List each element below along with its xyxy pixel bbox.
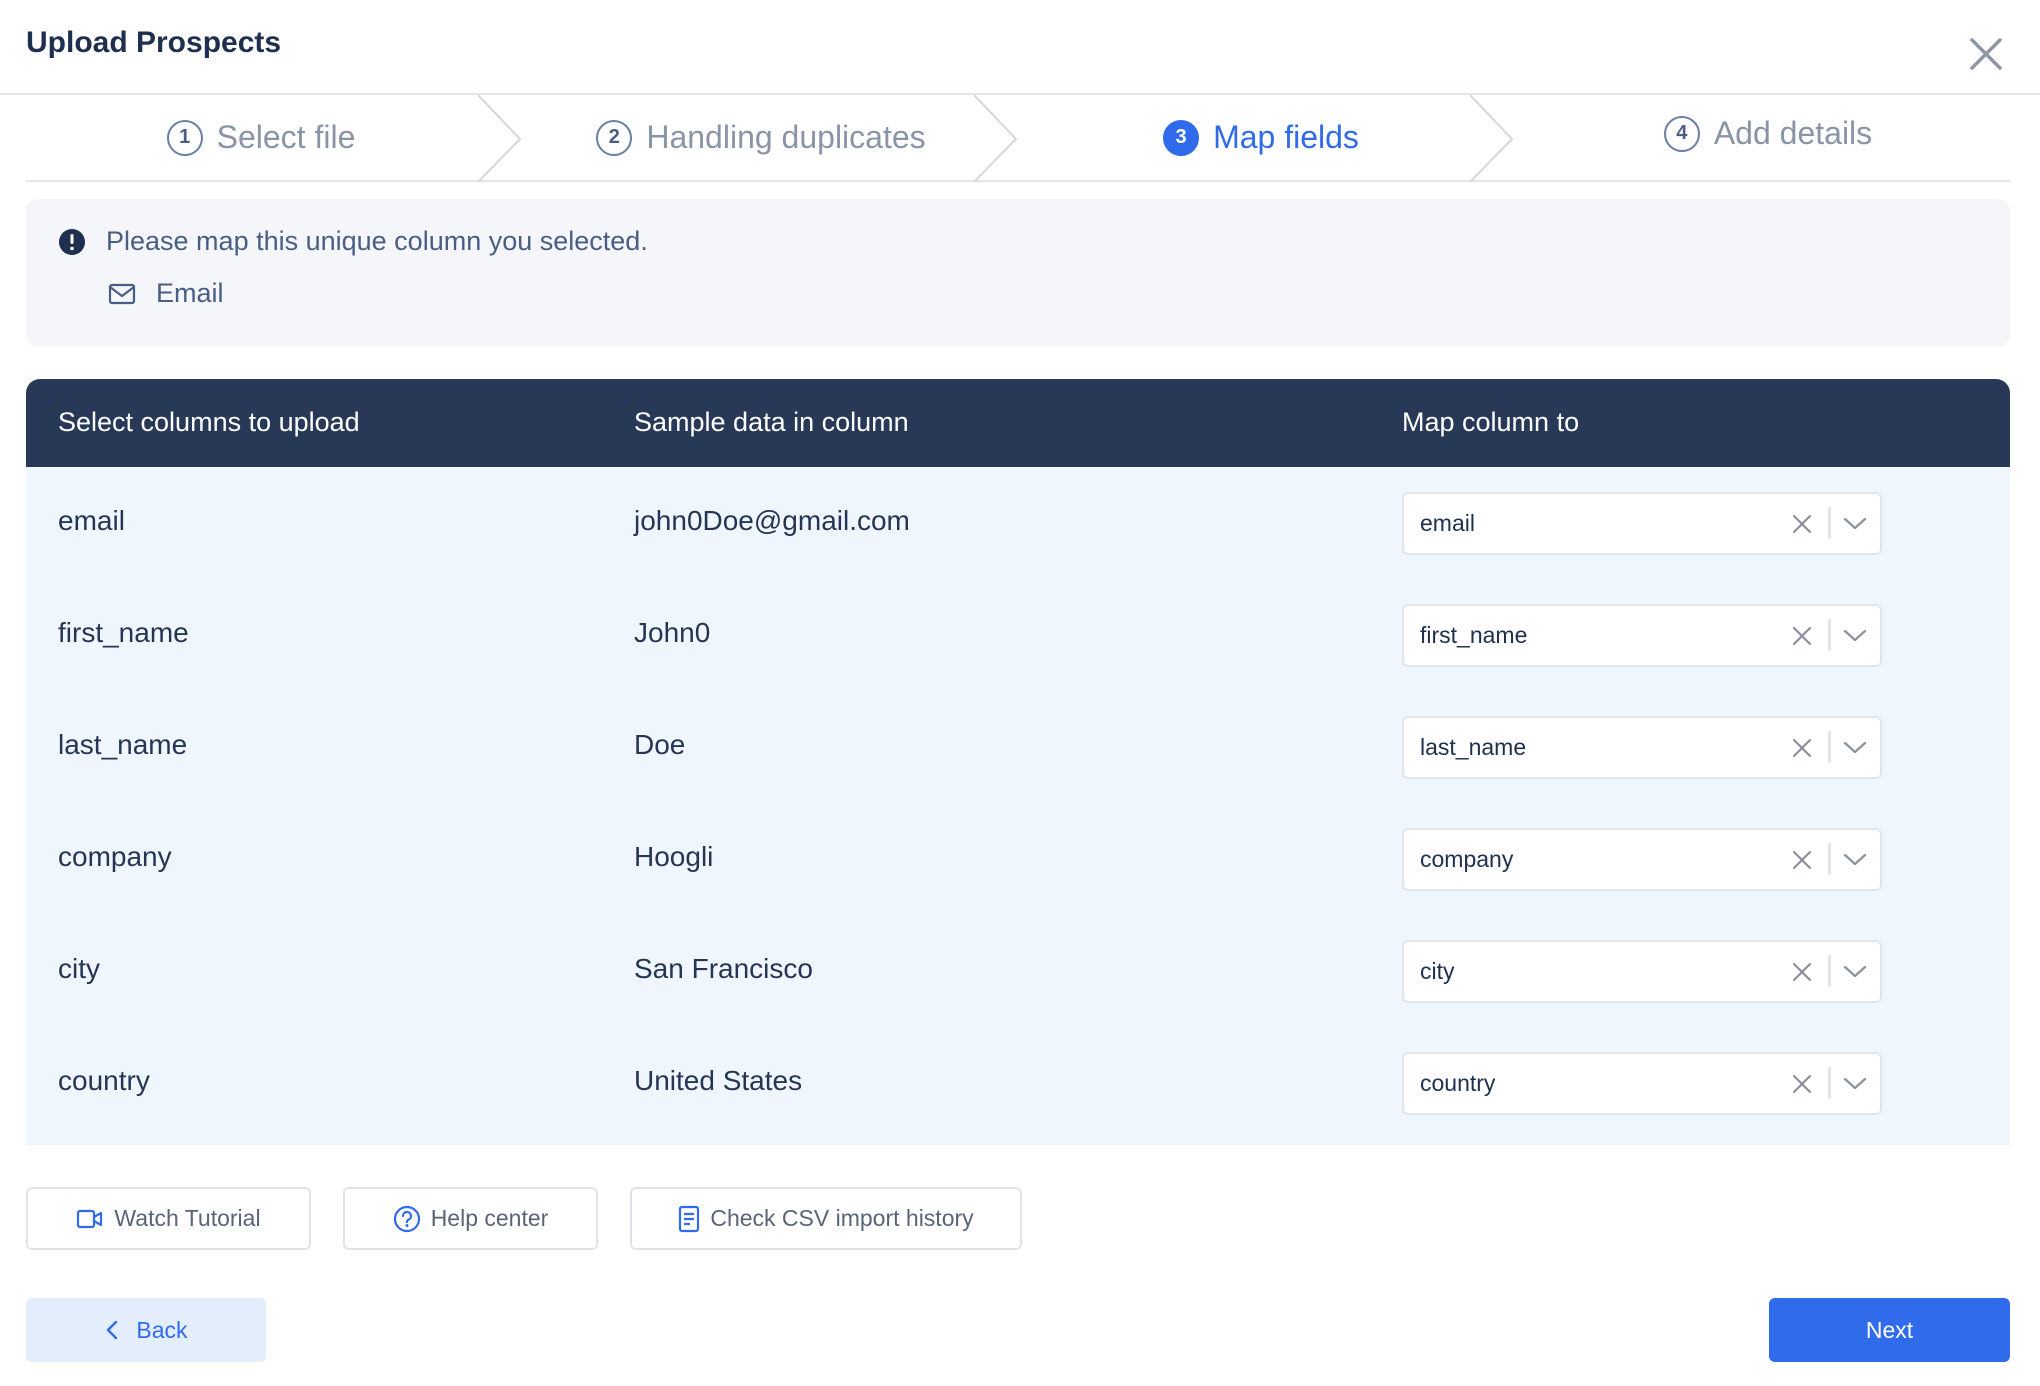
step-label: Handling duplicates (646, 119, 926, 155)
back-label: Back (136, 1316, 188, 1343)
unique-column-row: Email (108, 278, 224, 309)
stepper: 1 Select file 2 Handling duplicates 3 Ma… (26, 95, 2010, 182)
step-label: Map fields (1213, 119, 1359, 155)
step-label: Select file (216, 119, 356, 155)
step-chevron (973, 95, 1018, 182)
map-column-select[interactable]: last_name (1402, 716, 1882, 779)
chevron-down-icon[interactable] (1842, 1072, 1868, 1096)
table-row: last_name Doe last_name (26, 691, 2010, 803)
step-label: Add details (1713, 115, 1873, 151)
map-column-select[interactable]: company (1402, 828, 1882, 891)
header-select-columns: Select columns to upload (58, 407, 360, 437)
modal-title: Upload Prospects (26, 26, 282, 59)
table-body: email john0Doe@gmail.com email first_name Jo… (26, 467, 2010, 1145)
select-separator (1828, 619, 1831, 651)
step-number: 1 (166, 119, 203, 156)
clear-icon[interactable] (1790, 624, 1814, 648)
step-number: 3 (1163, 119, 1200, 156)
watch-tutorial-button[interactable]: Watch Tutorial (26, 1187, 311, 1250)
step-number: 4 (1663, 115, 1700, 152)
clear-icon[interactable] (1790, 960, 1814, 984)
notice-message: Please map this unique column you select… (106, 226, 648, 256)
chevron-down-icon[interactable] (1842, 960, 1868, 984)
step-handling-duplicates[interactable]: 2 Handling duplicates (526, 95, 996, 180)
clear-icon[interactable] (1790, 1072, 1814, 1096)
sample-data-value: john0Doe@gmail.com (634, 505, 910, 536)
selected-field: email (1420, 510, 1475, 536)
back-button[interactable]: Back (26, 1298, 266, 1362)
source-column-name: email (58, 505, 125, 536)
select-separator (1828, 955, 1831, 987)
watch-tutorial-label: Watch Tutorial (114, 1205, 261, 1231)
help-center-button[interactable]: Help center (343, 1187, 598, 1250)
next-button[interactable]: Next (1769, 1298, 2010, 1362)
step-chevron (1469, 95, 1514, 182)
map-column-select[interactable]: city (1402, 940, 1882, 1003)
mail-icon (108, 283, 136, 304)
map-column-select[interactable]: first_name (1402, 604, 1882, 667)
unique-column-name: Email (156, 278, 224, 308)
table-row: company Hoogli company (26, 803, 2010, 915)
chevron-down-icon[interactable] (1842, 736, 1868, 760)
clear-icon[interactable] (1790, 736, 1814, 760)
source-column-name: last_name (58, 729, 188, 760)
step-add-details[interactable]: 4 Add details (1526, 91, 2010, 176)
step-select-file[interactable]: 1 Select file (26, 95, 496, 180)
source-column-name: country (58, 1065, 150, 1096)
selected-field: country (1420, 1070, 1496, 1096)
csv-import-history-button[interactable]: Check CSV import history (630, 1187, 1022, 1250)
source-column-name: company (58, 841, 172, 872)
sample-data-value: Doe (634, 729, 686, 760)
selected-field: city (1420, 958, 1455, 984)
csv-import-history-label: Check CSV import history (710, 1205, 974, 1231)
selected-field: last_name (1420, 734, 1527, 760)
question-circle-icon (393, 1205, 420, 1232)
exclamation-circle-icon (59, 228, 85, 255)
map-column-select[interactable]: email (1402, 492, 1882, 555)
map-column-select[interactable]: country (1402, 1052, 1882, 1115)
table-row: city San Francisco city (26, 915, 2010, 1027)
select-separator (1828, 731, 1831, 763)
chevron-down-icon[interactable] (1842, 848, 1868, 872)
chevron-down-icon[interactable] (1842, 512, 1868, 536)
step-number: 2 (596, 119, 633, 156)
step-map-fields[interactable]: 3 Map fields (1026, 95, 1496, 180)
sample-data-value: John0 (634, 617, 711, 648)
clear-icon[interactable] (1790, 848, 1814, 872)
table-row: first_name John0 first_name (26, 579, 2010, 691)
sample-data-value: United States (634, 1065, 803, 1096)
header-map-column: Map column to (1402, 407, 1580, 437)
unique-column-notice: Please map this unique column you select… (26, 199, 2010, 347)
select-separator (1828, 1067, 1831, 1099)
source-column-name: first_name (58, 617, 189, 648)
sample-data-value: San Francisco (634, 953, 813, 984)
selected-field: first_name (1420, 622, 1528, 648)
table-header: Select columns to upload Sample data in … (26, 379, 2010, 467)
mapping-table: Select columns to upload Sample data in … (26, 379, 2010, 1145)
clear-icon[interactable] (1790, 512, 1814, 536)
help-center-label: Help center (430, 1205, 549, 1231)
source-column-name: city (58, 953, 100, 984)
select-separator (1828, 843, 1831, 875)
sample-data-value: Hoogli (634, 841, 714, 872)
select-separator (1828, 507, 1831, 539)
table-row: email john0Doe@gmail.com email (26, 467, 2010, 579)
notice-message-row: Please map this unique column you select… (58, 226, 648, 257)
document-icon (679, 1205, 700, 1232)
chevron-left-icon (107, 1320, 118, 1340)
table-row: country United States country (26, 1027, 2010, 1139)
selected-field: company (1420, 846, 1514, 872)
header-sample-data: Sample data in column (634, 407, 909, 437)
close-icon[interactable] (1966, 34, 2006, 74)
video-camera-icon (77, 1209, 103, 1228)
chevron-down-icon[interactable] (1842, 624, 1868, 648)
next-label: Next (1865, 1316, 1914, 1343)
